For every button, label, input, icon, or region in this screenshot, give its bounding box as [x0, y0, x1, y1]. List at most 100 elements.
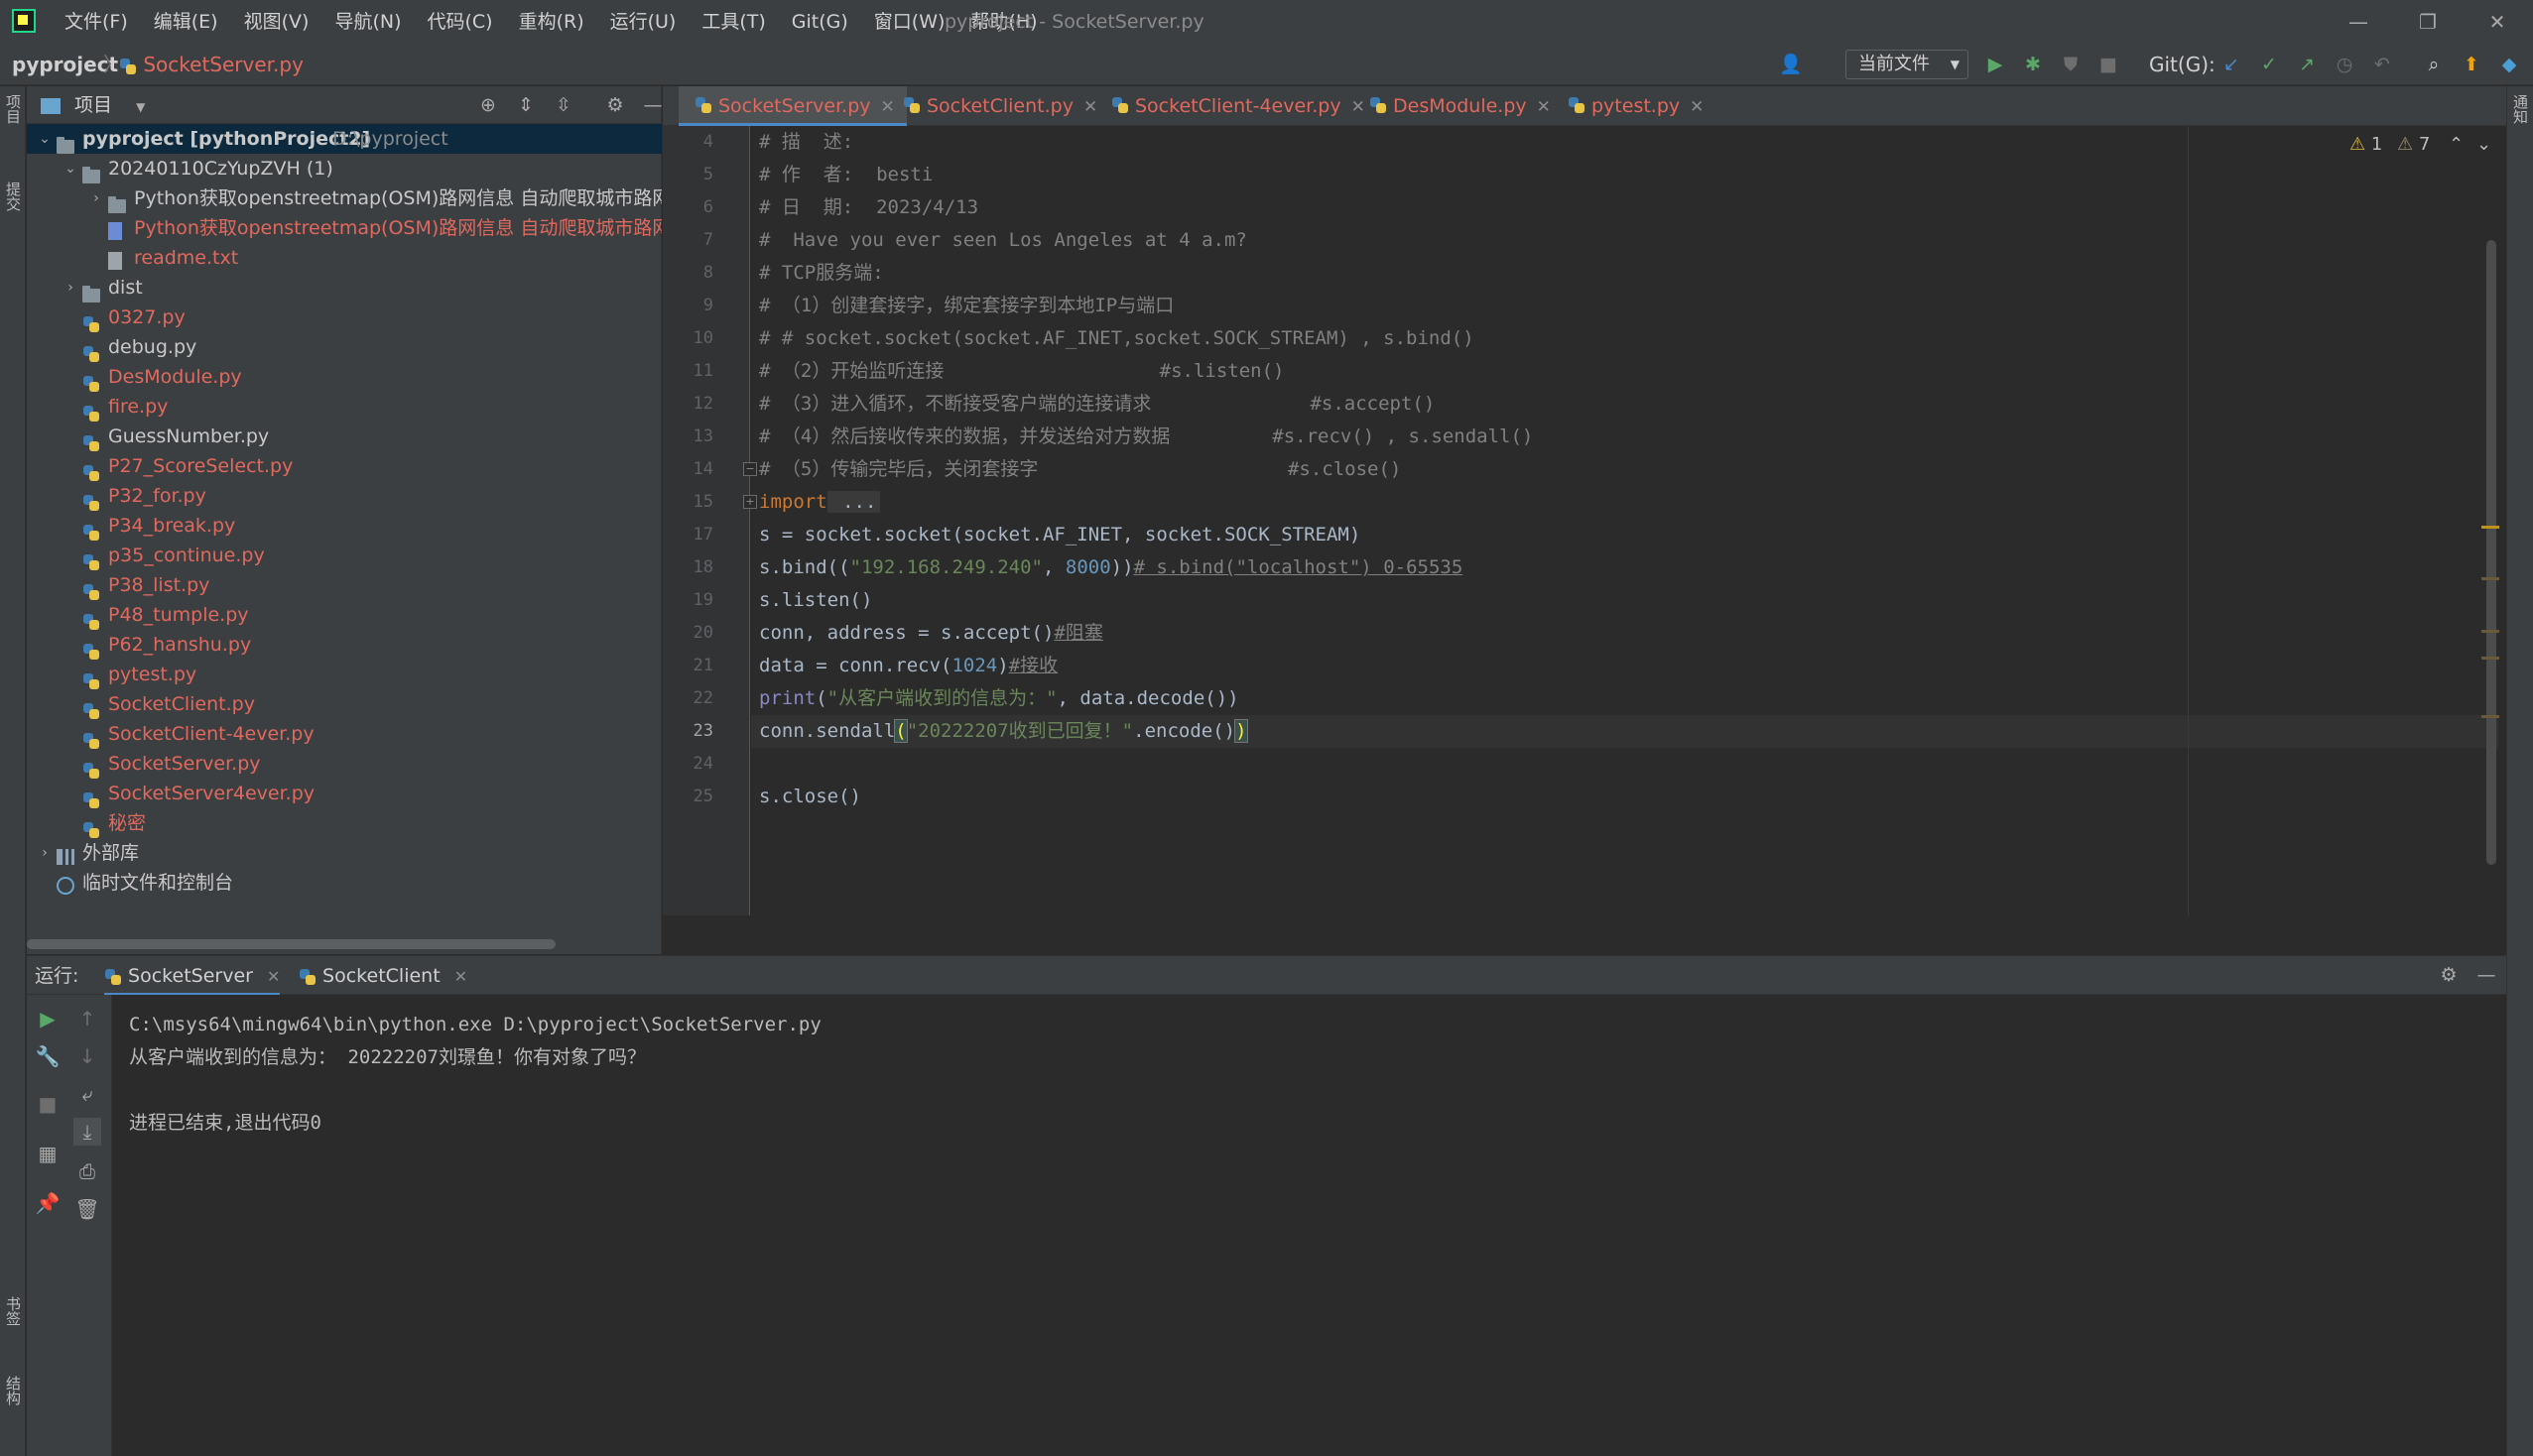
- stop-icon[interactable]: ■: [2095, 52, 2121, 77]
- tree-item[interactable]: 秘密: [27, 808, 662, 838]
- git-update-icon[interactable]: ↙: [2218, 52, 2244, 77]
- tree-item[interactable]: DesModule.py: [27, 362, 662, 392]
- menu-edit[interactable]: 编辑(E): [141, 0, 231, 44]
- tool-window-project[interactable]: 项目: [2, 94, 24, 124]
- fold-marker-icon[interactable]: −: [743, 462, 757, 476]
- down-arrow-icon[interactable]: ↓: [73, 1042, 101, 1070]
- code-line[interactable]: # （2）开始监听连接 #s.listen(): [759, 355, 1285, 388]
- user-account-icon[interactable]: 👤: [1778, 52, 1804, 77]
- debug-icon[interactable]: ✱: [2020, 52, 2046, 77]
- menu-navigate[interactable]: 导航(N): [321, 0, 414, 44]
- code-line[interactable]: # 日 期: 2023/4/13: [759, 191, 978, 224]
- up-arrow-icon[interactable]: ↑: [73, 1005, 101, 1032]
- jetbrains-plugin-icon[interactable]: ◆: [2496, 52, 2522, 77]
- close-icon[interactable]: ✕: [267, 967, 280, 986]
- close-window-button[interactable]: ✕: [2463, 0, 2532, 44]
- tree-item[interactable]: ⌄ pyproject [pythonProject2] D:\pyproject: [27, 124, 662, 154]
- inspection-weak-warnings[interactable]: ⚠ 7: [2397, 134, 2430, 155]
- error-stripe-marker[interactable]: [2481, 577, 2499, 580]
- chevron-down-icon[interactable]: ⌄: [63, 154, 78, 183]
- tree-item[interactable]: SocketClient-4ever.py: [27, 719, 662, 749]
- tree-item[interactable]: readme.txt: [27, 243, 662, 273]
- git-push-icon[interactable]: ↗: [2294, 52, 2320, 77]
- code-line[interactable]: # # socket.socket(socket.AF_INET,socket.…: [759, 322, 1474, 355]
- vertical-scrollbar[interactable]: [2486, 240, 2496, 865]
- scroll-to-end-icon[interactable]: ⤓: [73, 1118, 101, 1146]
- tree-item[interactable]: P48_tumple.py: [27, 600, 662, 630]
- minimize-button[interactable]: —: [2324, 0, 2393, 44]
- chevron-right-icon[interactable]: ›: [37, 838, 53, 868]
- gear-icon[interactable]: ⚙: [2436, 962, 2462, 988]
- project-view-selector[interactable]: 项目 ▼: [41, 86, 145, 126]
- tool-window-notifications[interactable]: 通知: [2509, 94, 2531, 124]
- editor-tab[interactable]: pytest.py ✕: [1552, 86, 1715, 126]
- run-icon[interactable]: ▶: [1982, 52, 2008, 77]
- code-line[interactable]: conn.sendall("20222207收到已回复！".encode()): [751, 715, 2498, 748]
- run-tab-socketserver[interactable]: SocketServer ✕: [104, 956, 281, 996]
- editor-tab[interactable]: SocketClient-4ever.py ✕: [1095, 86, 1377, 126]
- tool-window-structure[interactable]: 结构: [2, 1376, 24, 1405]
- tree-item[interactable]: SocketClient.py: [27, 689, 662, 719]
- menu-view[interactable]: 视图(V): [231, 0, 322, 44]
- inspection-warnings[interactable]: ⚠ 1: [2349, 134, 2382, 155]
- gear-icon[interactable]: ⚙: [602, 92, 628, 118]
- breadcrumb-file[interactable]: SocketServer.py: [119, 44, 304, 85]
- tree-item[interactable]: pytest.py: [27, 660, 662, 689]
- tree-item[interactable]: P27_ScoreSelect.py: [27, 451, 662, 481]
- editor-tab[interactable]: DesModule.py ✕: [1353, 86, 1563, 126]
- code-line[interactable]: # 作 者: besti: [759, 159, 933, 191]
- error-stripe-marker[interactable]: [2481, 630, 2499, 633]
- tree-item[interactable]: SocketServer.py: [27, 749, 662, 779]
- menu-tools[interactable]: 工具(T): [689, 0, 778, 44]
- error-stripe-marker[interactable]: [2481, 657, 2499, 660]
- git-rollback-icon[interactable]: ↶: [2369, 52, 2395, 77]
- menu-refactor[interactable]: 重构(R): [506, 0, 597, 44]
- tree-item[interactable]: SocketServer4ever.py: [27, 779, 662, 808]
- stop-icon[interactable]: ■: [34, 1090, 62, 1118]
- close-icon[interactable]: ✕: [1690, 97, 1704, 117]
- tree-item[interactable]: p35_continue.py: [27, 541, 662, 570]
- editor-tab[interactable]: SocketServer.py ✕: [679, 86, 907, 126]
- rerun-icon[interactable]: ▶: [34, 1005, 62, 1032]
- code-line[interactable]: conn, address = s.accept()#阻塞: [759, 617, 1103, 650]
- wrench-icon[interactable]: 🔧: [34, 1042, 62, 1070]
- code-line[interactable]: # （4）然后接收传来的数据，并发送给对方数据 #s.recv() , s.se…: [759, 421, 1533, 453]
- code-line[interactable]: s.close(): [759, 781, 861, 813]
- tree-item[interactable]: GuessNumber.py: [27, 422, 662, 451]
- fold-marker-icon[interactable]: +: [743, 495, 757, 509]
- pin-icon[interactable]: 📌: [34, 1189, 62, 1217]
- tree-item[interactable]: P34_break.py: [27, 511, 662, 541]
- tree-item[interactable]: ⌄ 20240110CzYupZVH (1): [27, 154, 662, 183]
- code-line[interactable]: import ...: [759, 486, 881, 519]
- tree-item[interactable]: › dist: [27, 273, 662, 303]
- locate-file-icon[interactable]: ⊕: [475, 92, 501, 118]
- chevron-down-icon[interactable]: ⌄: [37, 124, 53, 154]
- tool-window-bookmarks[interactable]: 书签: [2, 1296, 24, 1326]
- code-line[interactable]: s = socket.socket(socket.AF_INET, socket…: [759, 519, 1360, 551]
- trash-icon[interactable]: 🗑: [73, 1195, 101, 1223]
- print-icon[interactable]: ⎙: [73, 1157, 101, 1185]
- menu-window[interactable]: 窗口(W): [861, 0, 958, 44]
- close-icon[interactable]: ✕: [454, 967, 467, 986]
- tree-item[interactable]: P62_hanshu.py: [27, 630, 662, 660]
- code-line[interactable]: s.listen(): [759, 584, 872, 617]
- coverage-icon[interactable]: ⛊: [2058, 52, 2084, 77]
- tree-item[interactable]: 0327.py: [27, 303, 662, 332]
- run-configuration-select[interactable]: 当前文件 ▼: [1845, 50, 1968, 79]
- error-stripe-marker[interactable]: [2481, 526, 2499, 529]
- tree-item[interactable]: fire.py: [27, 392, 662, 422]
- code-line[interactable]: s.bind(("192.168.249.240", 8000))# s.bin…: [759, 551, 1462, 584]
- layout-icon[interactable]: ▦: [34, 1140, 62, 1167]
- code-line[interactable]: # 描 述:: [759, 126, 853, 159]
- code-line[interactable]: # Have you ever seen Los Angeles at 4 a.…: [759, 224, 1247, 257]
- code-editor[interactable]: 4 5 6 7 8 9 10 11 12 13 14 15 17 18 19 20 21 22 23 24 25 # 描…: [663, 126, 2506, 915]
- code-line[interactable]: data = conn.recv(1024)#接收: [759, 650, 1058, 682]
- code-line[interactable]: # （3）进入循环，不断接受客户端的连接请求 #s.accept(): [759, 388, 1435, 421]
- hide-panel-icon[interactable]: —: [2473, 962, 2499, 988]
- next-highlight-icon[interactable]: ⌄: [2476, 134, 2491, 155]
- collapse-all-icon[interactable]: ⇳: [551, 92, 576, 118]
- tree-item[interactable]: › Python获取openstreetmap(OSM)路网信息 自动爬取城市路网: [27, 183, 662, 213]
- tree-item[interactable]: P32_for.py: [27, 481, 662, 511]
- tool-window-commit[interactable]: 提交: [2, 182, 24, 211]
- menu-git[interactable]: Git(G): [779, 0, 861, 44]
